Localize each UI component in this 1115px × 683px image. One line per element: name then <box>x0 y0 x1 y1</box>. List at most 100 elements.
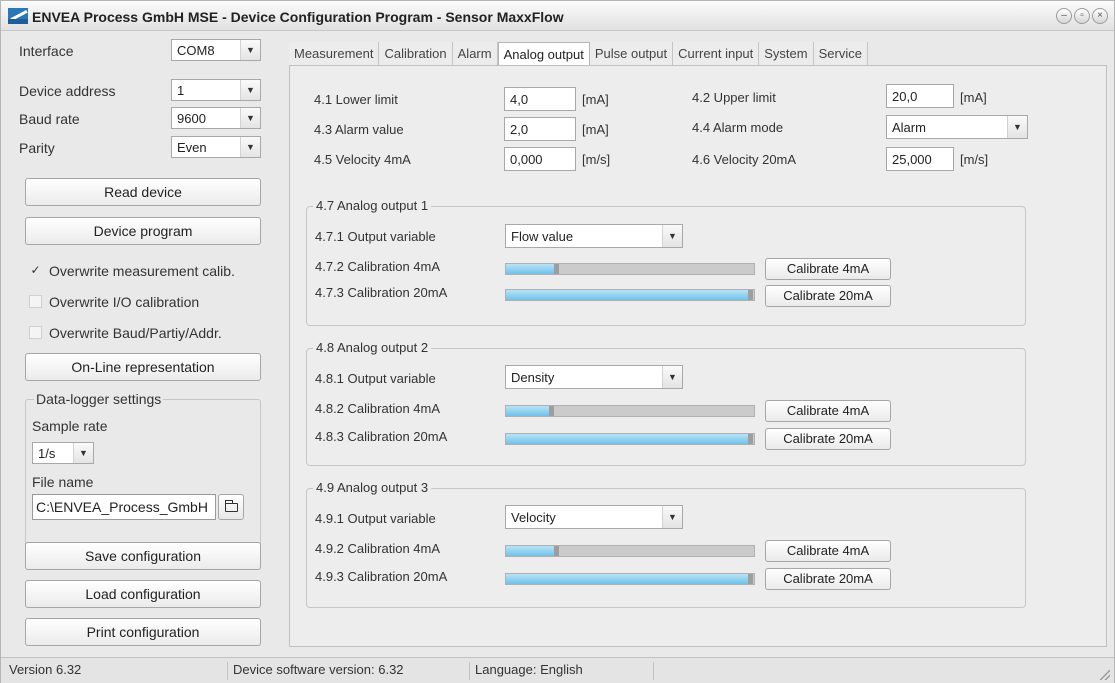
chevron-down-icon[interactable]: ▼ <box>662 366 682 388</box>
overwrite-measurement-label: Overwrite measurement calib. <box>49 263 235 279</box>
chevron-down-icon[interactable]: ▼ <box>240 80 260 100</box>
calibration-4ma-3-bar <box>505 545 755 557</box>
overwrite-baud-checkbox-row[interactable]: Overwrite Baud/Partiy/Addr. <box>25 323 275 343</box>
velocity-20ma-input[interactable]: 25,000 <box>886 147 954 171</box>
chevron-down-icon[interactable]: ▼ <box>662 506 682 528</box>
tab-bar: Measurement Calibration Alarm Analog out… <box>289 42 868 66</box>
upper-limit-input[interactable]: 20,0 <box>886 84 954 108</box>
lower-limit-input[interactable]: 4,0 <box>504 87 576 111</box>
chevron-down-icon[interactable]: ▼ <box>240 40 260 60</box>
output-variable-1-value: Flow value <box>511 229 574 244</box>
calibrate-20ma-3-button[interactable]: Calibrate 20mA <box>765 568 891 590</box>
calibration-4ma-2-fill <box>506 406 554 416</box>
chevron-down-icon[interactable]: ▼ <box>240 137 260 157</box>
alarm-value-unit: [mA] <box>582 122 609 137</box>
alarm-mode-value: Alarm <box>892 120 926 135</box>
close-button[interactable]: × <box>1092 8 1108 24</box>
calibrate-4ma-3-button[interactable]: Calibrate 4mA <box>765 540 891 562</box>
calibration-4ma-2-label: 4.8.2 Calibration 4mA <box>315 401 441 416</box>
status-divider <box>469 662 470 680</box>
upper-limit-unit: [mA] <box>960 90 987 105</box>
calibrate-20ma-2-button[interactable]: Calibrate 20mA <box>765 428 891 450</box>
tab-service[interactable]: Service <box>813 42 868 66</box>
calibrate-20ma-1-button[interactable]: Calibrate 20mA <box>765 285 891 307</box>
chevron-down-icon[interactable]: ▼ <box>240 108 260 128</box>
analog-output-2-title: 4.8 Analog output 2 <box>313 340 432 355</box>
calibration-20ma-3-fill <box>506 574 753 584</box>
overwrite-io-checkbox[interactable] <box>29 295 42 308</box>
device-software-version-text: Device software version: 6.32 <box>233 662 404 677</box>
calibration-4ma-1-bar <box>505 263 755 275</box>
tab-analog-output[interactable]: Analog output <box>497 42 590 66</box>
checkmark-icon[interactable]: ✓ <box>29 264 42 277</box>
calibration-20ma-2-fill <box>506 434 753 444</box>
overwrite-measurement-checkbox-row[interactable]: ✓ Overwrite measurement calib. <box>25 261 275 281</box>
minimize-button[interactable]: – <box>1056 8 1072 24</box>
print-configuration-button[interactable]: Print configuration <box>25 618 261 646</box>
read-device-button[interactable]: Read device <box>25 178 261 206</box>
velocity-4ma-unit: [m/s] <box>582 152 611 167</box>
calibration-20ma-3-label: 4.9.3 Calibration 20mA <box>315 569 448 584</box>
calibrate-4ma-1-button[interactable]: Calibrate 4mA <box>765 258 891 280</box>
output-variable-3-select[interactable]: Velocity ▼ <box>505 505 683 529</box>
status-divider <box>227 662 228 680</box>
chevron-down-icon[interactable]: ▼ <box>1007 116 1027 138</box>
output-variable-2-select[interactable]: Density ▼ <box>505 365 683 389</box>
tab-calibration[interactable]: Calibration <box>379 42 453 66</box>
tab-system[interactable]: System <box>759 42 814 66</box>
device-address-select[interactable]: 1 ▼ <box>171 79 261 101</box>
overwrite-io-label: Overwrite I/O calibration <box>49 294 200 310</box>
interface-select[interactable]: COM8 ▼ <box>171 39 261 61</box>
overwrite-io-checkbox-row[interactable]: Overwrite I/O calibration <box>25 292 275 312</box>
tab-current-input[interactable]: Current input <box>673 42 760 66</box>
save-configuration-button[interactable]: Save configuration <box>25 542 261 570</box>
calibration-4ma-3-fill <box>506 546 559 556</box>
load-configuration-button[interactable]: Load configuration <box>25 580 261 608</box>
output-variable-2-label: 4.8.1 Output variable <box>315 371 436 386</box>
output-variable-1-select[interactable]: Flow value ▼ <box>505 224 683 248</box>
device-program-button[interactable]: Device program <box>25 217 261 245</box>
parity-select[interactable]: Even ▼ <box>171 136 261 158</box>
parity-row: Parity Even ▼ <box>19 136 273 160</box>
alarm-value-input[interactable]: 2,0 <box>504 117 576 141</box>
tab-alarm[interactable]: Alarm <box>452 42 498 66</box>
file-name-input[interactable]: C:\ENVEA_Process_GmbH <box>32 494 216 520</box>
output-variable-3-value: Velocity <box>511 510 556 525</box>
baud-rate-label: Baud rate <box>19 111 80 127</box>
velocity-4ma-label: 4.5 Velocity 4mA <box>314 152 411 167</box>
velocity-4ma-input[interactable]: 0,000 <box>504 147 576 171</box>
interface-label: Interface <box>19 43 74 59</box>
calibration-20ma-3-bar <box>505 573 755 585</box>
calibration-4ma-1-fill <box>506 264 559 274</box>
chevron-down-icon[interactable]: ▼ <box>73 443 93 463</box>
tab-measurement[interactable]: Measurement <box>289 42 380 66</box>
calibration-4ma-1-label: 4.7.2 Calibration 4mA <box>315 259 441 274</box>
alarm-mode-select[interactable]: Alarm ▼ <box>886 115 1028 139</box>
analog-output-1-title: 4.7 Analog output 1 <box>313 198 432 213</box>
online-representation-button[interactable]: On-Line representation <box>25 353 261 381</box>
overwrite-baud-checkbox[interactable] <box>29 326 42 339</box>
resize-grip-icon[interactable] <box>1100 670 1110 680</box>
maximize-button[interactable]: ▫ <box>1074 8 1090 24</box>
status-bar: Version 6.32 Device software version: 6.… <box>1 657 1114 683</box>
analog-output-3-title: 4.9 Analog output 3 <box>313 480 432 495</box>
browse-folder-button[interactable] <box>218 494 244 520</box>
alarm-mode-label: 4.4 Alarm mode <box>692 120 784 135</box>
main-window: ENVEA Process GmbH MSE - Device Configur… <box>0 0 1115 683</box>
sample-rate-value: 1/s <box>38 446 56 461</box>
tab-pulse-output[interactable]: Pulse output <box>589 42 674 66</box>
sample-rate-select[interactable]: 1/s ▼ <box>32 442 94 464</box>
calibrate-4ma-2-button[interactable]: Calibrate 4mA <box>765 400 891 422</box>
baud-rate-select[interactable]: 9600 ▼ <box>171 107 261 129</box>
calibration-4ma-3-label: 4.9.2 Calibration 4mA <box>315 541 441 556</box>
calibration-20ma-1-bar <box>505 289 755 301</box>
chevron-down-icon[interactable]: ▼ <box>662 225 682 247</box>
analog-output-panel: 4.1 Lower limit 4,0 [mA] 4.2 Upper limit… <box>289 65 1107 647</box>
status-divider <box>653 662 654 680</box>
interface-row: Interface COM8 ▼ <box>19 39 273 63</box>
calibration-20ma-2-bar <box>505 433 755 445</box>
title-bar: ENVEA Process GmbH MSE - Device Configur… <box>1 1 1114 31</box>
device-address-value: 1 <box>177 83 185 98</box>
lower-limit-unit: [mA] <box>582 92 609 107</box>
calibration-20ma-2-label: 4.8.3 Calibration 20mA <box>315 429 448 444</box>
